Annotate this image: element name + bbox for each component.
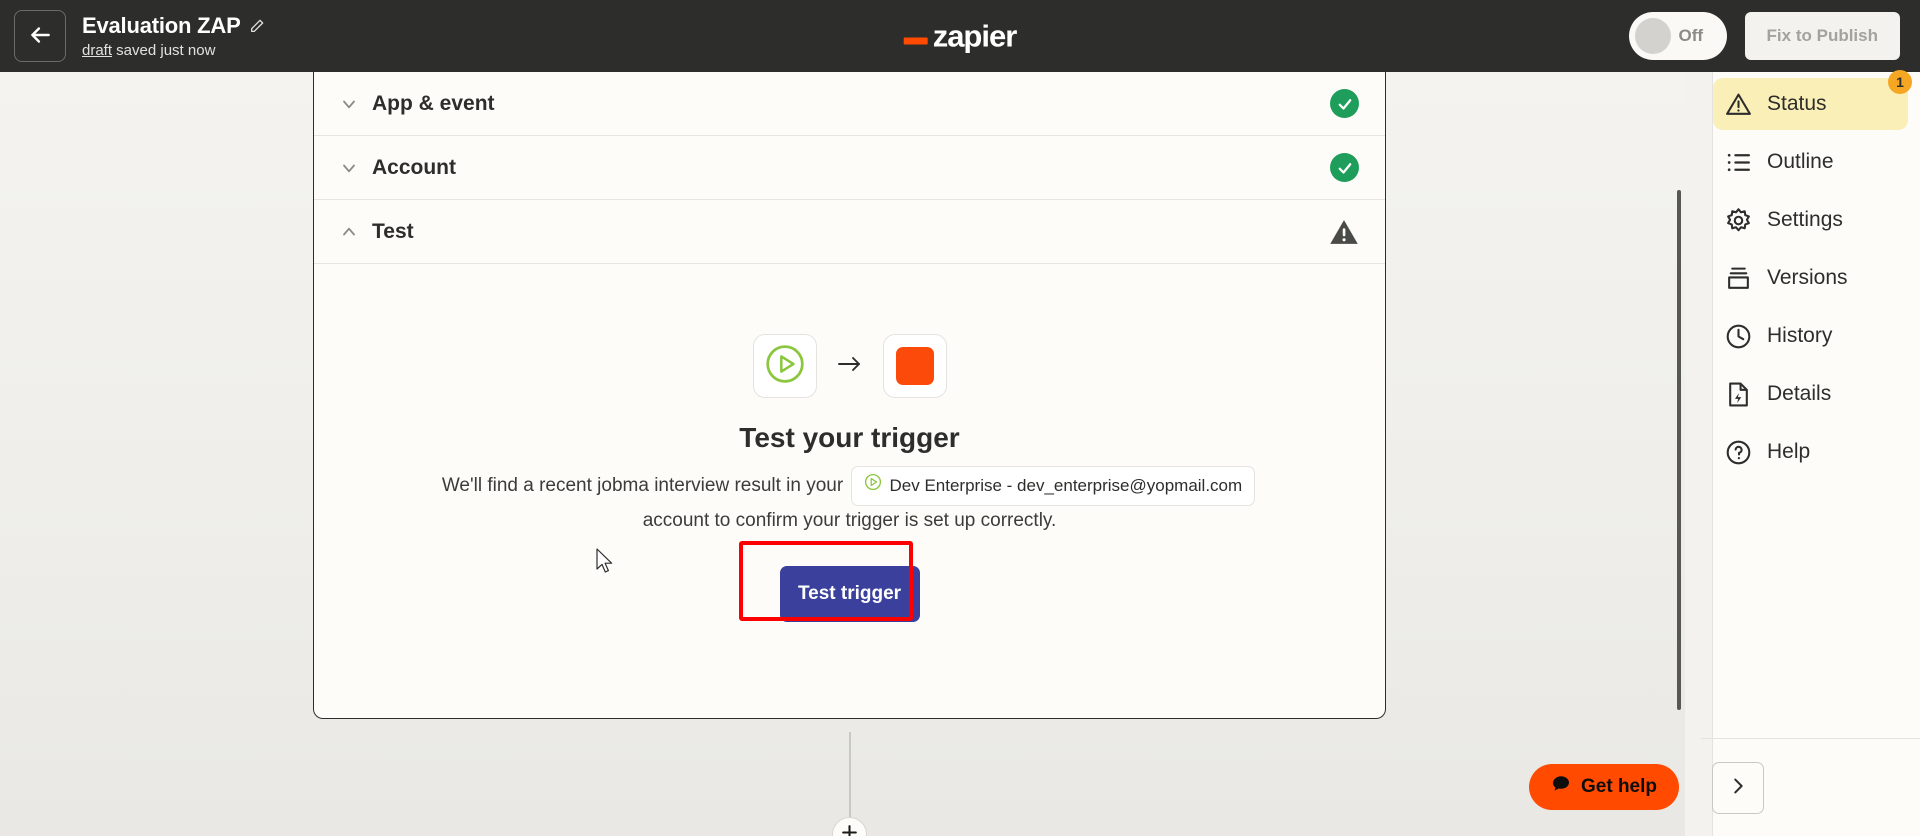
arrow-left-icon [27,22,53,51]
sidebar-item-label: Status [1767,92,1827,115]
sidebar-item-versions[interactable]: Versions [1713,252,1908,304]
versions-icon [1723,263,1753,293]
section-label: Account [372,155,456,179]
status-badge: 1 [1888,70,1912,94]
chevron-up-icon [338,221,360,243]
chevron-right-icon [1727,775,1749,802]
sidebar-item-status[interactable]: Status 1 [1713,70,1912,130]
app-pair-row [752,334,947,398]
account-chip[interactable]: Dev Enterprise - dev_enterprise@yopmail.… [850,466,1256,506]
status-check-icon [1330,89,1359,118]
header-actions: Off Fix to Publish [1628,12,1900,60]
jobma-play-icon [864,472,882,500]
section-row-test[interactable]: Test [314,200,1385,264]
clock-icon [1723,321,1753,351]
logo-text: zapier [932,18,1018,54]
get-help-label: Get help [1581,776,1658,797]
chevron-down-icon [338,93,360,115]
test-description-after: account to confirm your trigger is set u… [642,509,1057,531]
list-icon [1723,147,1753,177]
sidebar-item-history[interactable]: History [1713,310,1908,362]
back-button[interactable] [14,10,66,62]
zapier-editor-page: Evaluation ZAP draft saved just now zapi… [0,0,1920,836]
orange-square-icon [895,347,934,385]
test-trigger-panel: Test your trigger We'll find a recent jo… [314,264,1385,718]
arrow-right-icon [837,353,863,380]
zap-on-off-toggle[interactable]: Off [1628,12,1727,60]
get-help-button[interactable]: Get help [1529,764,1680,810]
right-sidebar: Status 1 Outline Settings Versions Histo… [1677,70,1920,836]
status-check-icon [1330,153,1359,182]
section-row-account[interactable]: Account [314,136,1385,200]
test-description-before: We'll find a recent jobma interview resu… [441,474,844,496]
sidebar-item-details[interactable]: Details [1713,368,1908,420]
sidebar-item-settings[interactable]: Settings [1713,194,1908,246]
logo-underscore-icon [903,37,928,45]
sidebar-item-help[interactable]: Help [1713,426,1908,478]
zap-title-block: Evaluation ZAP draft saved just now [82,13,265,59]
save-status: draft saved just now [82,42,265,59]
action-app-tile [882,334,947,398]
jobma-play-icon [764,343,806,390]
question-circle-icon [1723,437,1753,467]
sidebar-item-label: Settings [1767,208,1843,231]
page-title: Evaluation ZAP [82,13,241,38]
scrollbar-thumb[interactable] [1677,190,1681,710]
test-description: We'll find a recent jobma interview resu… [435,466,1265,536]
sidebar-item-label: Help [1767,440,1811,463]
section-label: App & event [372,91,495,115]
document-bolt-icon [1723,379,1753,409]
trigger-step-card: App & event Account Test Test your trigg… [313,72,1386,720]
pencil-icon[interactable] [249,18,265,34]
step-connector-line [849,732,851,830]
sidebar-item-label: History [1767,324,1833,347]
toggle-label: Off [1678,26,1704,45]
canvas-scrollbar[interactable] [1677,72,1713,836]
test-trigger-button[interactable]: Test trigger [779,566,920,623]
save-status-text: saved just now [112,42,216,59]
sidebar-item-outline[interactable]: Outline [1713,136,1908,188]
test-trigger-button-wrap: Test trigger [738,541,920,623]
sidebar-item-label: Details [1767,382,1832,405]
fix-to-publish-button[interactable]: Fix to Publish [1744,12,1900,60]
account-chip-label: Dev Enterprise - dev_enterprise@yopmail.… [889,476,1243,495]
draft-label: draft [82,42,113,59]
warning-triangle-icon [1329,218,1359,246]
warning-triangle-icon [1723,89,1753,119]
chat-bubble-icon [1551,774,1571,800]
toggle-knob [1634,18,1671,54]
section-row-app-event[interactable]: App & event [314,72,1385,136]
sidebar-item-label: Outline [1767,150,1834,173]
expand-panel-button[interactable] [1712,762,1764,814]
sidebar-divider [1701,738,1920,739]
chevron-down-icon [338,157,360,179]
plus-icon [840,823,859,836]
top-header-bar: Evaluation ZAP draft saved just now zapi… [0,0,1920,72]
trigger-app-tile [752,334,817,398]
test-heading: Test your trigger [739,422,960,453]
sidebar-item-label: Versions [1767,266,1848,289]
section-label: Test [372,219,414,243]
zap-canvas: App & event Account Test Test your trigg… [0,72,1700,836]
zapier-logo: zapier [903,18,1018,54]
gear-icon [1723,205,1753,235]
